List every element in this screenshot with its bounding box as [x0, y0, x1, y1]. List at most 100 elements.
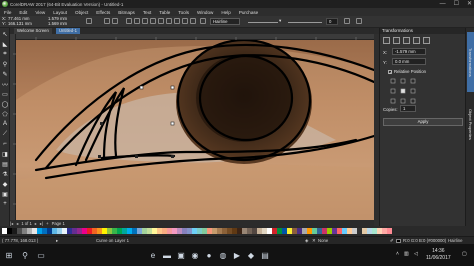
media-icon[interactable]: ▶	[232, 250, 242, 260]
edge-browser-icon[interactable]: e	[148, 250, 158, 260]
next-page-button[interactable]: ▸	[35, 221, 37, 226]
position-icon[interactable]	[383, 37, 390, 44]
menu-bar: File Edit View Layout Object Effects Bit…	[0, 8, 474, 16]
window-controls: — ☐ ✕	[440, 0, 472, 8]
color-swatch[interactable]	[387, 228, 392, 234]
page-tab[interactable]: Page 1	[52, 221, 65, 226]
rotate-icon[interactable]	[393, 37, 400, 44]
to-line-icon[interactable]	[158, 18, 164, 24]
chrome-icon[interactable]: ◉	[190, 250, 200, 260]
menu-window[interactable]: Window	[197, 10, 213, 15]
mirror-horizontal-icon[interactable]	[104, 18, 110, 24]
volume-icon[interactable]: ◁	[414, 251, 418, 258]
copies-label: Copies:	[383, 107, 398, 112]
symmetrical-node-icon[interactable]	[190, 18, 196, 24]
menu-text[interactable]: Text	[143, 10, 151, 15]
scale-mirror-icon[interactable]	[403, 37, 410, 44]
start-button-icon[interactable]: ⊞	[4, 250, 14, 260]
recorder-icon[interactable]: ●	[204, 250, 214, 260]
size-icon[interactable]	[413, 37, 420, 44]
delete-node-icon[interactable]	[134, 18, 140, 24]
menu-edit[interactable]: Edit	[19, 10, 27, 15]
outline-color-swatch	[396, 239, 401, 243]
smoothing-field[interactable]: 0	[326, 18, 338, 25]
clock-time: 14:36	[432, 248, 445, 254]
line-style-selector[interactable]	[248, 22, 278, 23]
artistic-media-tool-icon[interactable]: 〰	[1, 80, 9, 89]
first-page-button[interactable]: |◂	[10, 221, 13, 226]
rectangle-tool-icon[interactable]: ▭	[1, 90, 9, 98]
apply-button[interactable]: Apply	[383, 118, 463, 126]
menu-effects[interactable]: Effects	[96, 10, 110, 15]
add-node-icon[interactable]	[126, 18, 132, 24]
fill-status: None	[318, 238, 329, 243]
outline-width-dropdown[interactable]: Hairline	[210, 18, 240, 25]
menu-object[interactable]: Object	[75, 10, 88, 15]
tray-chevron-icon[interactable]: ˄	[396, 251, 399, 258]
cusp-node-icon[interactable]	[174, 18, 180, 24]
skew-icon[interactable]	[423, 37, 430, 44]
text-tool-icon[interactable]: A	[1, 120, 9, 128]
parallel-dimension-tool-icon[interactable]: ⟋	[1, 130, 9, 138]
outline-pen-icon[interactable]	[200, 18, 206, 24]
smooth-node-icon[interactable]	[182, 18, 188, 24]
anchor-grid[interactable]	[390, 78, 416, 104]
store-icon[interactable]: ▣	[176, 250, 186, 260]
y-position-field[interactable]: 166.131 mm	[8, 21, 32, 26]
search-icon[interactable]: ⚲	[20, 250, 30, 260]
shape-tool-icon[interactable]: ◣	[1, 40, 9, 48]
interactive-fill-tool-icon[interactable]: ◆	[1, 180, 9, 188]
transform-y-field[interactable]: 0.0 mm	[392, 58, 426, 65]
to-curve-icon[interactable]	[166, 18, 172, 24]
drawing-canvas[interactable]	[16, 40, 374, 220]
files-icon[interactable]: ▤	[260, 250, 270, 260]
freehand-tool-icon[interactable]: ✎	[1, 70, 9, 78]
smart-fill-tool-icon[interactable]: ▣	[1, 190, 9, 198]
menu-bitmaps[interactable]: Bitmaps	[118, 10, 135, 15]
coreldraw-taskbar-icon[interactable]: ◍	[218, 250, 228, 260]
crop-tool-icon[interactable]: ⌗	[1, 50, 9, 58]
line-style-arrow-icon[interactable]: ▾	[279, 18, 281, 24]
transparency-tool-icon[interactable]: ▤	[1, 160, 9, 168]
lock-ratio-icon[interactable]	[86, 18, 92, 24]
add-page-button[interactable]: +	[46, 221, 48, 226]
transform-x-field[interactable]: -1.579 mm	[392, 48, 426, 55]
relative-position-checkbox[interactable]: ✓	[388, 70, 392, 75]
mirror-vertical-icon[interactable]	[112, 18, 118, 24]
eyedropper-tool-icon[interactable]: ⚗	[1, 170, 9, 178]
tab-object-properties[interactable]: Object Properties	[467, 94, 474, 154]
menu-help[interactable]: Help	[221, 10, 230, 15]
tab-transformations[interactable]: Transformations	[467, 32, 474, 92]
minimize-button[interactable]: —	[440, 0, 446, 8]
join-nodes-icon[interactable]	[142, 18, 148, 24]
prev-page-button[interactable]: ◂	[16, 221, 18, 226]
drop-shadow-tool-icon[interactable]: ◨	[1, 150, 9, 158]
menu-view[interactable]: View	[35, 10, 45, 15]
pick-tool-icon[interactable]: ↖	[1, 30, 9, 38]
clock[interactable]: 14:36 11/06/2017	[426, 248, 451, 262]
connector-tool-icon[interactable]: ⌐	[1, 140, 9, 148]
file-explorer-icon[interactable]: ▬	[162, 250, 172, 260]
notifications-icon[interactable]: ▢	[462, 251, 467, 258]
ellipse-tool-icon[interactable]: ◯	[1, 100, 9, 108]
task-view-icon[interactable]: ▭	[36, 250, 46, 260]
add-tool-icon[interactable]: +	[1, 200, 9, 208]
network-icon[interactable]: ▥	[404, 251, 409, 258]
break-curve-icon[interactable]	[150, 18, 156, 24]
menu-layout[interactable]: Layout	[53, 10, 67, 15]
menu-tools[interactable]: Tools	[178, 10, 189, 15]
app-icon[interactable]: ◆	[246, 250, 256, 260]
maximize-button[interactable]: ☐	[454, 0, 459, 8]
select-all-nodes-icon[interactable]	[356, 18, 362, 24]
height-field[interactable]: 1.569 mm	[48, 21, 67, 26]
node-options-icon[interactable]	[344, 18, 350, 24]
menu-table[interactable]: Table	[159, 10, 170, 15]
close-button[interactable]: ✕	[467, 0, 472, 8]
polygon-tool-icon[interactable]: ⬠	[1, 110, 9, 118]
menu-purchase[interactable]: Purchase	[239, 10, 258, 15]
menu-file[interactable]: File	[4, 10, 11, 15]
zoom-tool-icon[interactable]: ⚲	[1, 60, 9, 68]
copies-field[interactable]: 1	[400, 105, 416, 112]
reduce-nodes-slider[interactable]	[288, 22, 322, 23]
last-page-button[interactable]: ▸|	[40, 221, 43, 226]
